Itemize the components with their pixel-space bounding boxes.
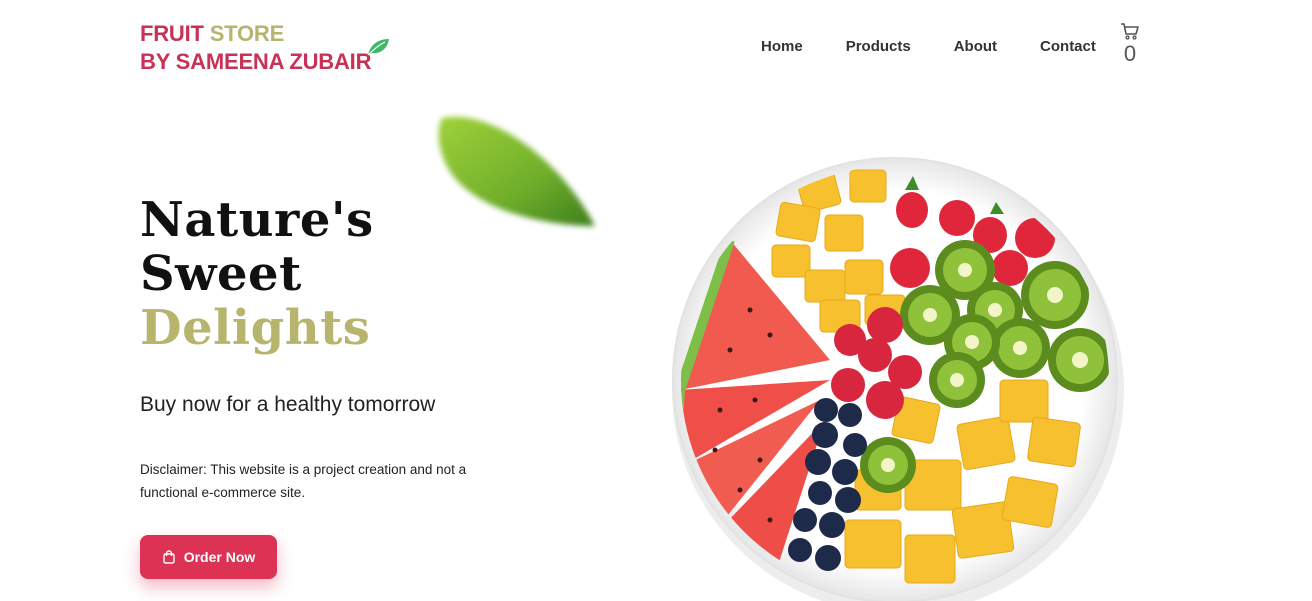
- cart-icon: [1121, 23, 1139, 40]
- leaf-icon: [367, 39, 389, 56]
- disclaimer-text: Disclaimer: This website is a project cr…: [140, 462, 467, 500]
- nav-about[interactable]: About: [954, 38, 997, 55]
- fruit-plate-image: [672, 157, 1124, 601]
- cart-count: 0: [1123, 41, 1137, 66]
- hero-title-line1: Nature's: [140, 192, 374, 248]
- order-now-label: Order Now: [183, 549, 256, 565]
- nav-products[interactable]: Products: [846, 38, 911, 55]
- hero-title-line2: Sweet: [140, 246, 302, 302]
- nav-contact[interactable]: Contact: [1040, 38, 1096, 55]
- logo-byline: BY SAMEENA ZUBAIR: [140, 49, 372, 74]
- nav-home[interactable]: Home: [761, 38, 803, 55]
- logo-word-store: STORE: [209, 21, 285, 46]
- main-nav: Home Products About Contact: [761, 38, 1139, 55]
- hero-title: Nature's Sweet Delights: [140, 193, 374, 355]
- hero-title-line3: Delights: [140, 300, 371, 356]
- shopping-bag-icon: [163, 550, 175, 564]
- site-logo[interactable]: FRUIT STORE BY SAMEENA ZUBAIR: [140, 20, 371, 76]
- logo-word-fruit: FRUIT: [140, 21, 204, 46]
- order-now-button[interactable]: Order Now: [140, 535, 277, 579]
- hero-tagline: Buy now for a healthy tomorrow: [140, 393, 436, 416]
- cart-button[interactable]: 0: [1118, 22, 1142, 66]
- decorative-leaf-image: [438, 116, 595, 226]
